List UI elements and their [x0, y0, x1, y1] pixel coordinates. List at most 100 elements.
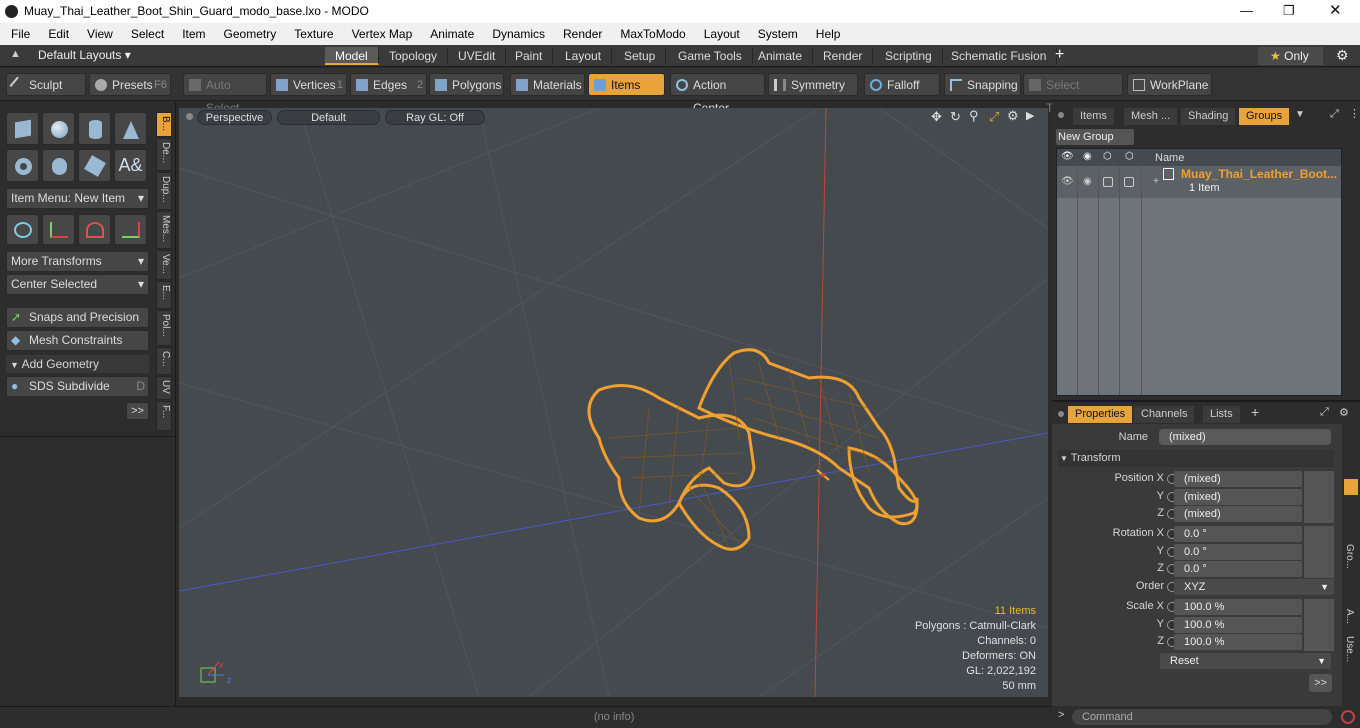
default-layouts-dropdown[interactable]: Default Layouts ▾ — [38, 48, 131, 62]
sidetab-mesh[interactable]: Mes... — [156, 211, 172, 249]
properties-settings-icon[interactable]: ⚙ — [1339, 406, 1349, 419]
zoom-icon[interactable]: ⚲ — [969, 108, 979, 124]
tab-render[interactable]: Render — [813, 47, 874, 65]
move-tool-button[interactable] — [6, 214, 39, 245]
viewport-expand-icon[interactable]: ▶ — [1026, 109, 1034, 122]
raygl-button[interactable]: Ray GL: Off — [385, 110, 485, 125]
vertices-button[interactable]: Vertices 1 — [270, 73, 347, 96]
panel-grip-icon[interactable]: ⋮ — [1349, 107, 1360, 120]
menu-file[interactable]: File — [0, 27, 39, 41]
name-field[interactable]: (mixed) — [1159, 429, 1331, 445]
maximize-icon[interactable]: ❐ — [1283, 3, 1295, 19]
menu-layout[interactable]: Layout — [695, 27, 749, 41]
polygons-button[interactable]: Polygons — [429, 73, 504, 96]
render-icon[interactable]: ◉ — [1083, 151, 1092, 162]
scale-y-field[interactable]: 100.0 % — [1174, 617, 1302, 633]
sidetab-edge[interactable]: E... — [156, 281, 172, 309]
scale-tool-button[interactable] — [78, 214, 111, 245]
menu-render[interactable]: Render — [554, 27, 611, 41]
sidetab-duplicate[interactable]: Dup... — [156, 172, 172, 210]
tab-uvedit[interactable]: UVEdit — [448, 47, 507, 65]
transform-tool-button[interactable] — [114, 214, 147, 245]
tab-setup[interactable]: Setup — [614, 47, 667, 65]
text-tool-button[interactable]: A& — [114, 149, 147, 182]
items-button[interactable]: Items — [588, 73, 665, 96]
menu-item[interactable]: Item — [173, 27, 214, 41]
rotation-x-field[interactable]: 0.0 ° — [1174, 526, 1302, 542]
minimize-icon[interactable]: — — [1240, 3, 1253, 18]
viewport-menu-dot[interactable] — [186, 113, 193, 120]
groups-dropdown-icon[interactable]: ▼ — [1295, 109, 1305, 120]
groups-scrollbar[interactable] — [1344, 148, 1358, 396]
menu-system[interactable]: System — [749, 27, 807, 41]
snaps-precision-button[interactable]: ➚ Snaps and Precision — [6, 307, 149, 328]
cube-primitive-button[interactable] — [6, 112, 39, 145]
reset-dropdown[interactable]: Reset ▼ — [1160, 653, 1331, 669]
menu-edit[interactable]: Edit — [39, 27, 78, 41]
sidetab-vertex[interactable]: Ve... — [156, 250, 172, 280]
sidetab-fusion[interactable]: F... — [156, 401, 172, 431]
expand-panel-icon[interactable]: ⤢ — [1330, 108, 1339, 121]
more-tools-button[interactable]: >> — [126, 402, 149, 420]
expand-properties-icon[interactable]: ⤢ — [1320, 406, 1329, 419]
gear-icon[interactable]: ⚙ — [1336, 47, 1349, 64]
rotation-link-controls[interactable] — [1304, 526, 1334, 578]
menu-maxtomodo[interactable]: MaxToModo — [611, 27, 694, 41]
tab-mesh[interactable]: Mesh ... — [1124, 108, 1178, 125]
new-group-button[interactable]: New Group — [1056, 129, 1134, 145]
row-render-icon[interactable]: ◉ — [1083, 176, 1092, 187]
menu-help[interactable]: Help — [807, 27, 850, 41]
mesh-constraints-button[interactable]: ◆ Mesh Constraints — [6, 330, 149, 351]
more-transforms-dropdown[interactable]: More Transforms ▾ — [6, 251, 149, 272]
tab-groups[interactable]: Groups — [1239, 108, 1290, 125]
properties-panel-menu-dot[interactable] — [1058, 411, 1064, 417]
select-icon[interactable]: ⬡ — [1125, 151, 1134, 162]
lock-icon[interactable]: ⬡ — [1103, 151, 1112, 162]
scale-link-controls[interactable] — [1304, 599, 1334, 651]
snapping-button[interactable]: Snapping — [944, 73, 1021, 96]
command-input[interactable]: Command — [1072, 709, 1332, 725]
tab-layout[interactable]: Layout — [555, 47, 613, 65]
select-through-button[interactable]: Select Through — [1023, 73, 1123, 115]
add-geometry-section[interactable]: ▼ Add Geometry — [6, 355, 149, 373]
presets-button[interactable]: Presets F6 — [89, 73, 171, 96]
position-z-field[interactable]: (mixed) — [1174, 506, 1302, 522]
materials-button[interactable]: Materials — [510, 73, 585, 96]
sidetab-active-marker[interactable] — [1344, 479, 1358, 495]
default-shading-button[interactable]: Default — [277, 110, 380, 125]
edges-button[interactable]: Edges 2 — [350, 73, 427, 96]
sds-subdivide-button[interactable]: ● SDS Subdivide D — [6, 376, 149, 397]
order-dropdown[interactable]: XYZ ▼ — [1174, 579, 1334, 595]
tab-shading[interactable]: Shading — [1181, 108, 1236, 125]
sidetab-uv[interactable]: UV — [156, 376, 172, 400]
menu-animate[interactable]: Animate — [421, 27, 483, 41]
tab-schematic-fusion[interactable]: Schematic Fusion — [941, 47, 1058, 65]
sphere-primitive-button[interactable] — [42, 112, 75, 145]
rotation-y-field[interactable]: 0.0 ° — [1174, 544, 1302, 560]
tab-items[interactable]: Items — [1073, 108, 1114, 125]
workplane-button[interactable]: WorkPlane — [1127, 73, 1212, 96]
falloff-button[interactable]: Falloff — [864, 73, 940, 96]
expand-plus-icon[interactable]: + — [1153, 176, 1159, 187]
item-menu-dropdown[interactable]: Item Menu: New Item ▾ — [6, 188, 149, 209]
layout-pin-icon[interactable]: ▲ — [10, 48, 21, 60]
fit-view-icon[interactable]: ⤢ — [989, 109, 999, 125]
tab-topology[interactable]: Topology — [379, 47, 449, 65]
tab-channels[interactable]: Channels — [1134, 406, 1195, 423]
cone-primitive-button[interactable] — [114, 112, 147, 145]
tab-animate[interactable]: Animate — [748, 47, 814, 65]
scale-x-field[interactable]: 100.0 % — [1174, 599, 1302, 615]
sidetab-user[interactable]: Use... — [1344, 636, 1355, 662]
tab-properties[interactable]: Properties — [1068, 406, 1133, 423]
tab-model[interactable]: Model — [325, 47, 379, 65]
tab-scripting[interactable]: Scripting — [875, 47, 943, 65]
viewport-settings-icon[interactable]: ⚙ — [1007, 108, 1019, 124]
capsule-primitive-button[interactable] — [42, 149, 75, 182]
menu-texture[interactable]: Texture — [285, 27, 342, 41]
rotate-view-icon[interactable]: ↻ — [950, 109, 961, 125]
sculpt-button[interactable]: Sculpt — [6, 73, 86, 96]
menu-view[interactable]: View — [78, 27, 122, 41]
position-y-field[interactable]: (mixed) — [1174, 489, 1302, 505]
transform-section[interactable]: ▼ Transform — [1058, 450, 1334, 467]
menu-select[interactable]: Select — [122, 27, 173, 41]
